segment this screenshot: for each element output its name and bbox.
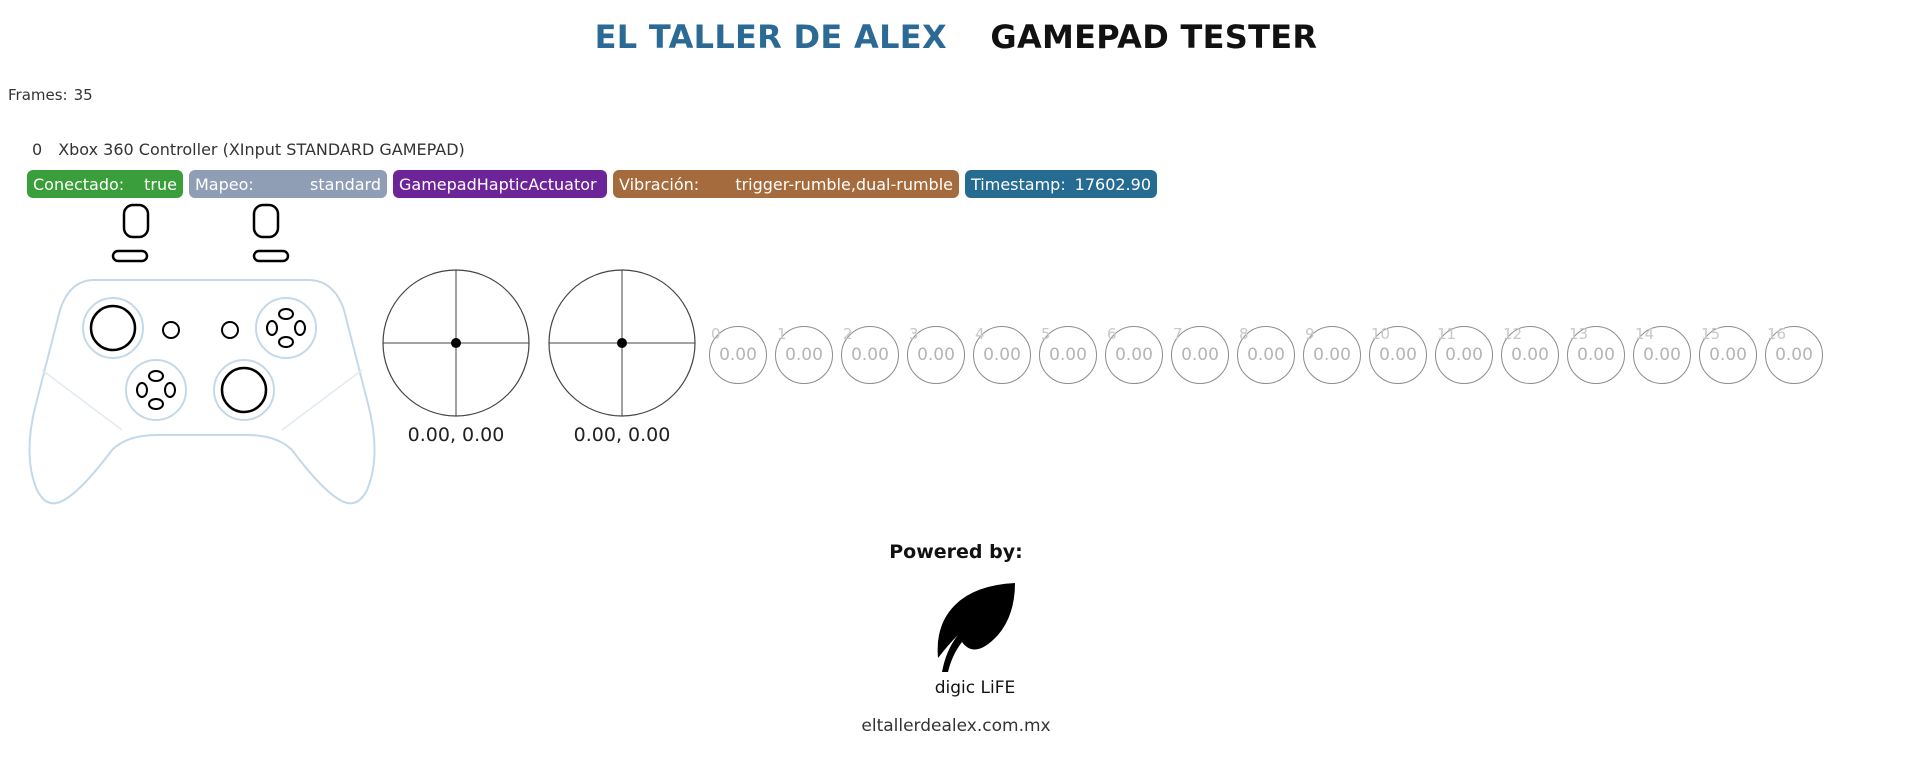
gamepad-id: Xbox 360 Controller (XInput STANDARD GAM…	[58, 140, 465, 159]
logo-text: digic LiFE	[935, 678, 1016, 698]
right-stick	[220, 366, 268, 414]
select-button	[162, 321, 180, 339]
button-index: 12	[1503, 325, 1523, 343]
frames-counter: Frames: 35	[8, 86, 99, 104]
button-index: 1	[777, 325, 787, 343]
button-index: 13	[1569, 325, 1589, 343]
start-button	[221, 321, 239, 339]
button-index: 8	[1239, 325, 1249, 343]
haptic-badge: GamepadHapticActuator	[393, 170, 607, 198]
dpad	[136, 370, 176, 410]
button-index: 2	[843, 325, 853, 343]
timestamp-key: Timestamp:	[971, 174, 1066, 194]
button-cell: 0.00 0	[709, 325, 771, 388]
right-stick-value: 0.00, 0.00	[573, 424, 671, 446]
mapping-value: standard	[310, 174, 381, 194]
button-index: 15	[1701, 325, 1721, 343]
left-stick-value: 0.00, 0.00	[407, 424, 505, 446]
button-cell: 0.00 10	[1369, 325, 1431, 388]
button-cell: 0.00 2	[841, 325, 903, 388]
frames-value: 35	[73, 86, 93, 104]
controller-body	[28, 279, 376, 505]
right-trigger	[252, 203, 280, 239]
powered-by-label: Powered by:	[889, 541, 1023, 563]
button-index: 6	[1107, 325, 1117, 343]
grip-line-right	[281, 369, 363, 431]
connected-key: Conectado:	[33, 174, 125, 194]
button-index: 11	[1437, 325, 1457, 343]
status-badges: Conectado: true Mapeo: standard GamepadH…	[27, 170, 1157, 198]
button-index: 9	[1305, 325, 1315, 343]
right-bumper	[252, 249, 290, 263]
button-index: 0	[711, 325, 721, 343]
button-cell: 0.00 13	[1567, 325, 1629, 388]
vibration-badge: Vibración: trigger-rumble,dual-rumble	[613, 170, 959, 198]
button-cell: 0.00 9	[1303, 325, 1365, 388]
grip-line-left	[41, 369, 123, 431]
button-cell: 0.00 16	[1765, 325, 1827, 388]
button-index: 7	[1173, 325, 1183, 343]
connected-value: true	[144, 174, 177, 194]
button-cell: 0.00 11	[1435, 325, 1497, 388]
button-cell: 0.00 8	[1237, 325, 1299, 388]
mapping-badge: Mapeo: standard	[189, 170, 387, 198]
haptic-label: GamepadHapticActuator	[399, 174, 597, 194]
button-cell: 0.00 4	[973, 325, 1035, 388]
button-index: 14	[1635, 325, 1655, 343]
site-link[interactable]: eltallerdealex.com.mx	[0, 716, 1912, 736]
timestamp-badge: Timestamp: 17602.90	[965, 170, 1157, 198]
frames-label: Frames:	[8, 86, 68, 104]
mapping-key: Mapeo:	[195, 174, 254, 194]
left-bumper	[111, 249, 149, 263]
button-cell: 0.00 14	[1633, 325, 1695, 388]
gamepad-index: 0	[32, 140, 43, 159]
vibration-value: trigger-rumble,dual-rumble	[735, 174, 953, 194]
button-cell: 0.00 15	[1699, 325, 1761, 388]
dpad-ring	[125, 359, 187, 421]
page-header: EL TALLER DE ALEX GAMEPAD TESTER	[0, 18, 1912, 56]
button-cell: 0.00 1	[775, 325, 837, 388]
button-index: 4	[975, 325, 985, 343]
page-title: GAMEPAD TESTER	[990, 18, 1318, 56]
button-cell: 0.00 12	[1501, 325, 1563, 388]
button-index: 5	[1041, 325, 1051, 343]
gamepad-name: 0 Xbox 360 Controller (XInput STANDARD GA…	[32, 140, 465, 159]
vibration-key: Vibración:	[619, 174, 700, 194]
button-index: 16	[1767, 325, 1787, 343]
right-stick-dot	[617, 338, 627, 348]
button-index: 10	[1371, 325, 1391, 343]
right-stick-plot	[548, 269, 696, 417]
face-buttons	[266, 308, 306, 348]
left-stick-plot	[382, 269, 530, 417]
face-buttons-ring	[255, 297, 317, 359]
button-index: 3	[909, 325, 919, 343]
controller-diagram	[28, 203, 376, 505]
brand-title: EL TALLER DE ALEX	[594, 18, 947, 56]
left-trigger	[122, 203, 150, 239]
left-stick	[89, 304, 137, 352]
timestamp-value: 17602.90	[1074, 174, 1151, 194]
button-cell: 0.00 7	[1171, 325, 1233, 388]
left-stick-dot	[451, 338, 461, 348]
leaf-icon	[937, 583, 1015, 672]
button-cell: 0.00 3	[907, 325, 969, 388]
button-cell: 0.00 6	[1105, 325, 1167, 388]
connected-badge: Conectado: true	[27, 170, 183, 198]
digic-life-logo: digic LiFE	[935, 583, 1016, 698]
button-cell: 0.00 5	[1039, 325, 1101, 388]
